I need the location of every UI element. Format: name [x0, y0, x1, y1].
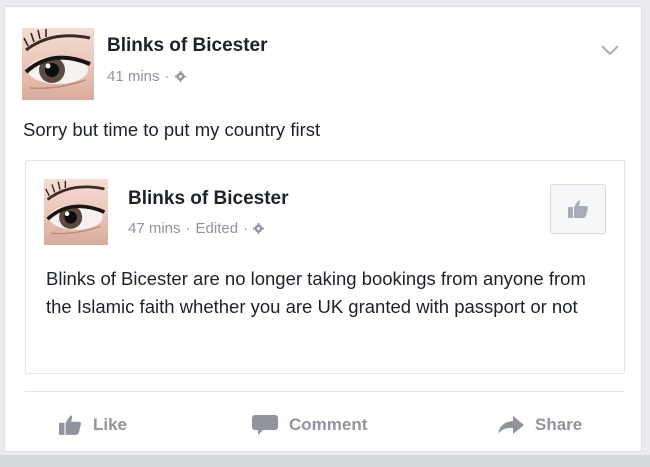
post-card: Blinks of Bicester 41 mins · Sorry but t…	[4, 6, 642, 452]
post-meta: 41 mins ·	[107, 68, 186, 85]
meta-separator: ·	[164, 68, 170, 85]
speech-bubble-icon	[252, 415, 278, 435]
shared-author-name[interactable]: Blinks of Bicester	[128, 188, 289, 210]
share-arrow-icon	[498, 416, 524, 434]
comment-label: Comment	[289, 415, 368, 434]
shared-post-timestamp[interactable]: 47 mins	[128, 220, 181, 237]
meta-separator: ·	[185, 220, 191, 237]
share-label: Share	[535, 415, 583, 434]
gear-icon[interactable]	[174, 71, 186, 82]
eye-avatar-image	[23, 29, 91, 90]
shared-post[interactable]: Blinks of Bicester 47 mins · Edited · Bl…	[25, 160, 625, 374]
meta-separator: ·	[243, 220, 249, 237]
shared-post-meta: 47 mins · Edited ·	[128, 220, 265, 237]
share-button[interactable]: Share	[497, 402, 582, 448]
shared-author-avatar[interactable]	[44, 179, 108, 245]
thumbs-up-icon	[568, 200, 588, 218]
bottom-bar	[0, 455, 650, 467]
gear-icon[interactable]	[253, 223, 265, 234]
action-bar: Like Comment Share	[5, 402, 643, 448]
shared-post-text: Blinks of Bicester are no longer taking …	[46, 268, 586, 317]
divider	[25, 391, 625, 392]
like-label: Like	[93, 415, 128, 434]
comment-button[interactable]: Comment	[251, 402, 367, 448]
thumbs-up-icon	[59, 415, 81, 435]
like-button[interactable]: Like	[57, 402, 127, 448]
author-name[interactable]: Blinks of Bicester	[107, 35, 268, 57]
like-page-button[interactable]	[550, 184, 606, 234]
eye-avatar-image	[45, 180, 106, 235]
post-text: Sorry but time to put my country first	[23, 119, 321, 140]
edited-label[interactable]: Edited	[196, 220, 239, 237]
post-timestamp[interactable]: 41 mins	[107, 68, 160, 85]
chevron-down-icon[interactable]	[599, 42, 621, 58]
author-avatar[interactable]	[22, 28, 94, 100]
